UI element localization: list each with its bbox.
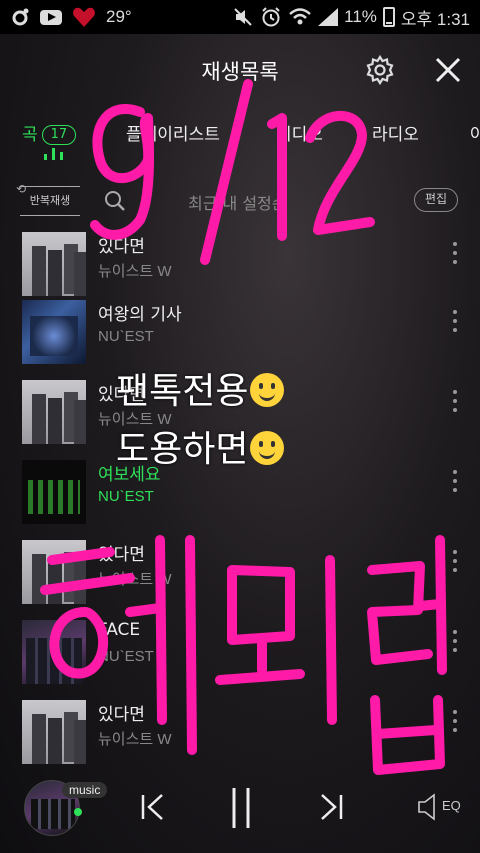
song-artist: 뉴이스트 W	[98, 731, 172, 748]
mute-icon	[232, 6, 254, 28]
repeat-button[interactable]: 반복재생	[16, 175, 80, 216]
alarm-icon	[260, 6, 282, 28]
song-title: FACE	[98, 620, 141, 640]
search-button[interactable]	[104, 190, 126, 212]
album-art	[22, 232, 86, 296]
previous-icon	[141, 794, 163, 820]
more-options-icon[interactable]	[452, 310, 458, 336]
signal-icon	[318, 8, 339, 26]
edit-button[interactable]: 편집	[414, 188, 458, 212]
album-art	[22, 380, 86, 444]
album-art	[22, 540, 86, 604]
repeat-label: 반복재생	[29, 194, 71, 207]
song-artist: NU`EST	[98, 488, 154, 505]
next-icon	[321, 794, 343, 820]
previous-button[interactable]	[138, 792, 168, 822]
battery-percent: 11%	[344, 7, 377, 26]
list-item-playing[interactable]: 여보세요 NU`EST	[0, 460, 480, 540]
tab-label: 곡	[22, 125, 38, 145]
more-options-icon[interactable]	[452, 470, 458, 496]
speaker-icon	[418, 793, 435, 821]
album-art	[22, 620, 86, 684]
album-art	[22, 700, 86, 764]
heart-icon	[72, 6, 96, 28]
overlay-line-1: 팬톡전용	[116, 362, 285, 414]
search-icon	[105, 191, 125, 211]
close-icon	[435, 57, 461, 83]
list-controls: 반복재생 최근 내 설정순 편집	[0, 175, 480, 220]
more-options-icon[interactable]	[452, 550, 458, 576]
header: 재생목록	[0, 34, 480, 104]
wifi-icon	[288, 7, 312, 27]
next-button[interactable]	[316, 792, 346, 822]
tab-bar: 곡 17 플레이리스트 비디오 라디오 아	[0, 112, 480, 162]
pause-button[interactable]	[226, 786, 256, 830]
status-dot	[74, 808, 82, 816]
song-artist: 뉴이스트 W	[98, 571, 172, 588]
more-options-icon[interactable]	[452, 710, 458, 736]
music-tag: music	[62, 782, 108, 798]
song-count-badge: 17	[41, 125, 77, 145]
song-artist: NU`EST	[98, 648, 154, 665]
temperature: 29°	[106, 7, 132, 26]
album-art	[22, 460, 86, 524]
tab-playlists[interactable]: 플레이리스트	[126, 120, 220, 145]
mini-player: music EQ	[0, 768, 480, 853]
song-title: 있다면	[98, 705, 145, 725]
battery-icon	[382, 7, 395, 27]
more-options-icon[interactable]	[452, 242, 458, 268]
more-options-icon[interactable]	[452, 630, 458, 656]
album-art	[22, 300, 86, 364]
list-item[interactable]: FACE NU`EST	[0, 620, 480, 700]
song-artist: 뉴이스트 W	[98, 263, 172, 280]
close-button[interactable]	[432, 54, 464, 86]
tab-more[interactable]: 아	[470, 120, 480, 145]
song-title: 여왕의 기사	[98, 305, 182, 325]
page-title: 재생목록	[201, 60, 279, 84]
overlay-line-2: 도용하면	[116, 420, 285, 472]
eq-label: EQ	[442, 798, 461, 813]
youtube-icon	[40, 9, 62, 25]
list-item[interactable]: 있다면 뉴이스트 W	[0, 540, 480, 620]
smiley-icon	[250, 373, 285, 407]
smiley-icon	[250, 431, 285, 465]
eq-button[interactable]: EQ	[416, 792, 461, 822]
tab-songs[interactable]: 곡 17	[22, 120, 77, 145]
tab-video[interactable]: 비디오	[276, 120, 323, 145]
song-title: 있다면	[98, 237, 145, 257]
gear-icon	[366, 54, 394, 86]
status-bar: 29° 11% 오후 1:31	[0, 0, 480, 34]
playing-indicator-icon	[44, 148, 63, 160]
clock: 오후 1:31	[400, 9, 470, 29]
settings-button[interactable]	[364, 54, 396, 86]
more-options-icon[interactable]	[452, 390, 458, 416]
song-title: 있다면	[98, 545, 145, 565]
sort-dropdown[interactable]: 최근 내 설정순	[188, 190, 287, 214]
song-artist: NU`EST	[98, 328, 154, 345]
pause-icon	[232, 788, 250, 828]
notification-dot-icon	[10, 7, 30, 27]
tab-radio[interactable]: 라디오	[372, 120, 419, 145]
